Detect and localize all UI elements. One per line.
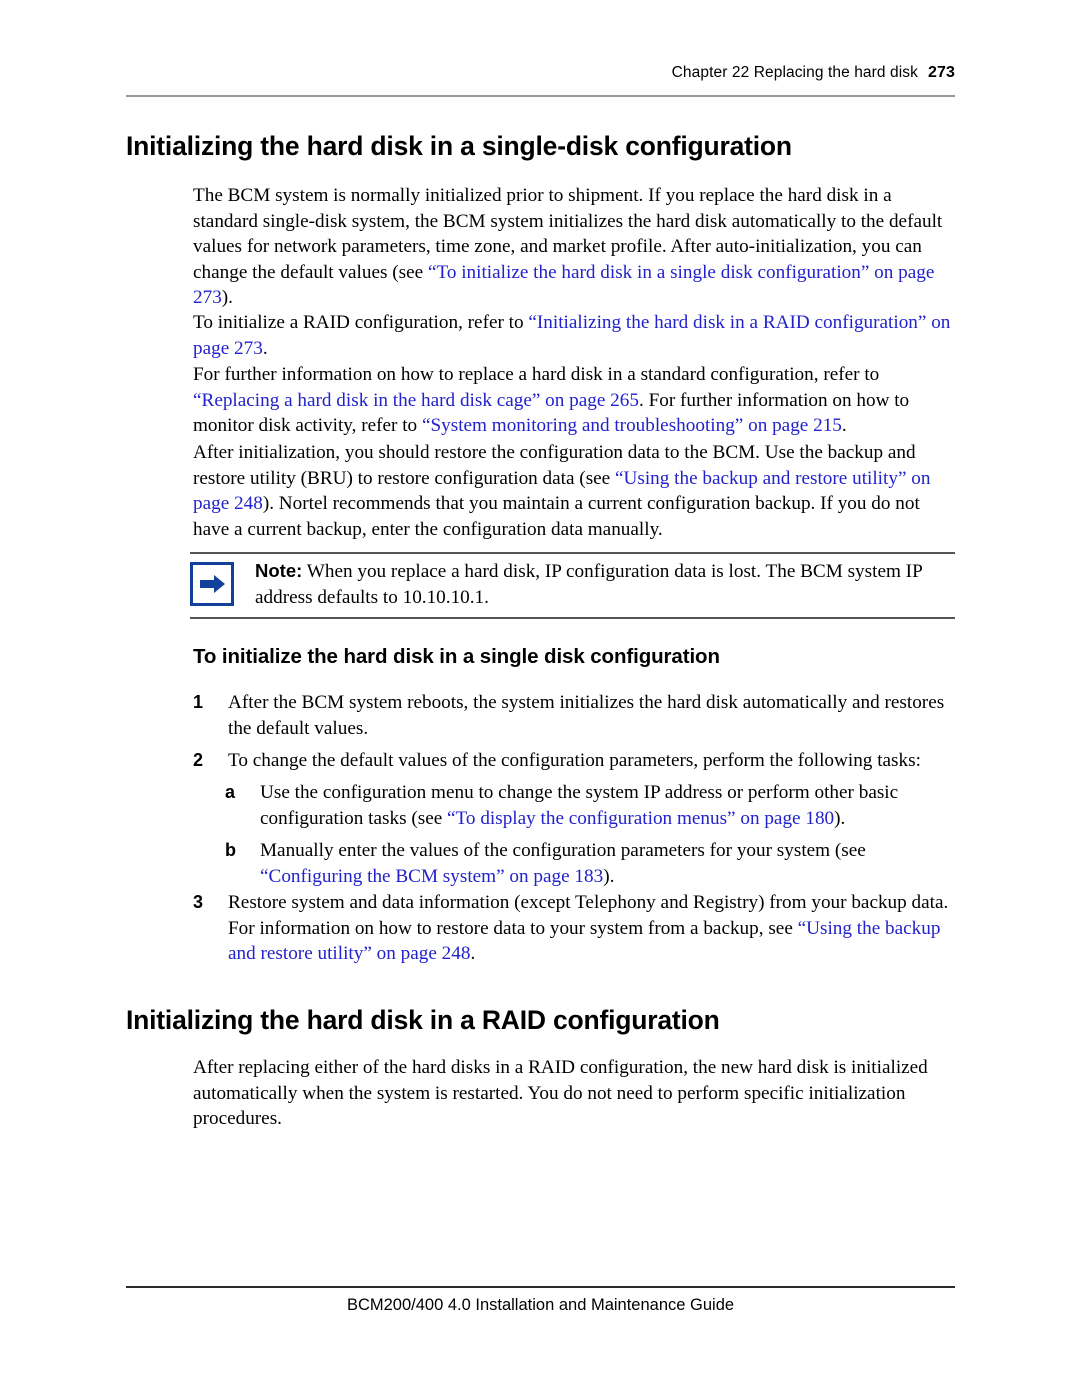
xref-system-monitoring[interactable]: “System monitoring and troubleshooting” … bbox=[422, 415, 842, 436]
header-chapter-title: Chapter 22 Replacing the hard disk bbox=[671, 64, 918, 81]
paragraph-further-info: For further information on how to replac… bbox=[193, 362, 955, 439]
footer-rule bbox=[126, 1286, 955, 1288]
header-rule bbox=[126, 95, 955, 97]
paragraph-text: For further information on how to replac… bbox=[193, 364, 880, 385]
step-marker: b bbox=[225, 840, 236, 860]
paragraph-text-tail: . bbox=[262, 337, 268, 359]
list-item: b Manually enter the values of the confi… bbox=[225, 838, 960, 889]
running-header: Chapter 22 Replacing the hard disk 273 bbox=[126, 64, 955, 82]
xref-configuring-bcm-system[interactable]: “Configuring the BCM system” on page 183 bbox=[260, 866, 603, 887]
section-title-raid: Initializing the hard disk in a RAID con… bbox=[126, 1005, 720, 1035]
blue-arrow-icon bbox=[190, 562, 234, 606]
step-marker: 1 bbox=[193, 692, 204, 712]
paragraph-restore-config: After initialization, you should restore… bbox=[193, 440, 955, 542]
paragraph-intro: The BCM system is normally initialized p… bbox=[193, 183, 955, 311]
step-text-part: Manually enter the values of the configu… bbox=[260, 840, 866, 861]
step-text-tail: . bbox=[470, 943, 476, 965]
step-text: Use the configuration menu to change the… bbox=[260, 780, 960, 831]
list-item: a Use the configuration menu to change t… bbox=[225, 780, 960, 831]
list-item: 3 Restore system and data information (e… bbox=[193, 890, 958, 967]
subsection-title: To initialize the hard disk in a single … bbox=[193, 645, 720, 668]
paragraph-raid-body: After replacing either of the hard disks… bbox=[193, 1057, 928, 1130]
paragraph-text-tail: ). Nortel recommends that you maintain a… bbox=[193, 493, 920, 540]
list-item: 2 To change the default values of the co… bbox=[193, 748, 958, 774]
paragraph-text-tail: . bbox=[841, 415, 847, 437]
running-footer: BCM200/400 4.0 Installation and Maintena… bbox=[346, 1296, 735, 1314]
paragraph-raid-reference: To initialize a RAID configuration, refe… bbox=[193, 310, 955, 361]
step-text: Restore system and data information (exc… bbox=[228, 890, 958, 967]
xref-display-configuration-menus[interactable]: “To display the configuration menus” on … bbox=[447, 808, 834, 829]
step-text-tail: ). bbox=[603, 865, 615, 887]
step-text: To change the default values of the conf… bbox=[228, 750, 921, 771]
step-text: After the BCM system reboots, the system… bbox=[228, 692, 945, 739]
step-marker: a bbox=[225, 782, 236, 802]
step-marker: 3 bbox=[193, 892, 204, 912]
step-text: Manually enter the values of the configu… bbox=[260, 838, 960, 889]
document-page: Chapter 22 Replacing the hard disk 273 In… bbox=[0, 0, 1080, 1397]
step-text-tail: ). bbox=[834, 807, 846, 829]
note-rule-bottom bbox=[190, 617, 955, 619]
note-label: Note: bbox=[255, 560, 303, 581]
xref-replacing-hard-disk-cage[interactable]: “Replacing a hard disk in the hard disk … bbox=[193, 390, 639, 411]
list-item: 1 After the BCM system reboots, the syst… bbox=[193, 690, 958, 741]
note-rule-top bbox=[190, 552, 955, 554]
paragraph-text: To initialize a RAID configuration, refe… bbox=[193, 312, 529, 333]
note-callout: Note: When you replace a hard disk, IP c… bbox=[255, 558, 955, 610]
note-text: When you replace a hard disk, IP configu… bbox=[255, 561, 923, 608]
page-title: Initializing the hard disk in a single-d… bbox=[126, 131, 792, 161]
paragraph-text-tail: ). bbox=[221, 287, 233, 309]
step-marker: 2 bbox=[193, 750, 204, 770]
header-page-number: 273 bbox=[928, 64, 955, 81]
